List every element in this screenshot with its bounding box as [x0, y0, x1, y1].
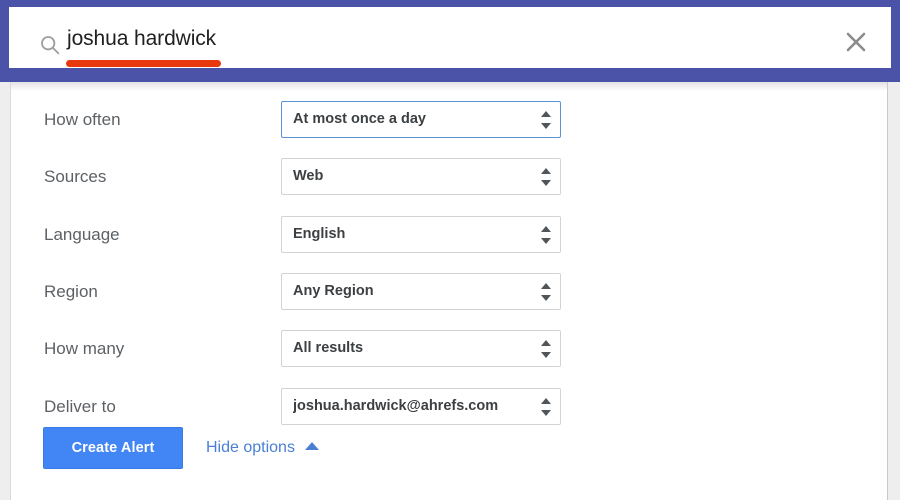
- search-header-highlight-frame: joshua hardwick: [0, 0, 900, 82]
- select-how-often-value: At most once a day: [293, 111, 426, 127]
- search-query-text[interactable]: joshua hardwick: [67, 22, 216, 56]
- select-region[interactable]: Any Region: [281, 273, 561, 310]
- select-how-often[interactable]: At most once a day: [281, 101, 561, 138]
- select-language-value: English: [293, 226, 346, 242]
- label-deliver-to: Deliver to: [44, 397, 116, 416]
- label-sources: Sources: [44, 167, 107, 186]
- form-row-how-many: How many All results: [11, 330, 887, 368]
- alert-options-card: How often At most once a day Sources Web: [10, 82, 888, 500]
- google-alerts-screen: joshua hardwick How often At most once a…: [0, 0, 900, 500]
- hide-options-label: Hide options: [206, 439, 295, 456]
- card-top-shadow: [11, 82, 887, 91]
- select-sources-value: Web: [293, 168, 324, 184]
- chevron-updown-icon: [541, 340, 551, 358]
- select-deliver-to-value: joshua.hardwick@ahrefs.com: [293, 398, 499, 414]
- page-body: How often At most once a day Sources Web: [0, 82, 900, 500]
- select-how-many[interactable]: All results: [281, 330, 561, 367]
- form-actions: Create Alert Hide options: [11, 427, 887, 473]
- close-icon[interactable]: [843, 29, 869, 55]
- select-language[interactable]: English: [281, 216, 561, 253]
- chevron-updown-icon: [541, 111, 551, 129]
- select-deliver-to[interactable]: joshua.hardwick@ahrefs.com: [281, 388, 561, 425]
- chevron-updown-icon: [541, 168, 551, 186]
- label-how-often: How often: [44, 110, 121, 129]
- form-row-sources: Sources Web: [11, 158, 887, 196]
- form-row-region: Region Any Region: [11, 273, 887, 311]
- select-region-value: Any Region: [293, 283, 374, 299]
- label-how-many: How many: [44, 339, 125, 358]
- label-language: Language: [44, 225, 120, 244]
- form-row-language: Language English: [11, 216, 887, 254]
- chevron-updown-icon: [541, 283, 551, 301]
- chevron-updown-icon: [541, 398, 551, 416]
- search-query-annotation-underline: [66, 60, 221, 67]
- form-row-deliver-to: Deliver to joshua.hardwick@ahrefs.com: [11, 388, 887, 426]
- hide-options-toggle[interactable]: Hide options: [206, 427, 319, 469]
- search-bar[interactable]: joshua hardwick: [9, 7, 891, 68]
- select-how-many-value: All results: [293, 340, 364, 356]
- label-region: Region: [44, 282, 98, 301]
- form-row-how-often: How often At most once a day: [11, 101, 887, 139]
- chevron-updown-icon: [541, 226, 551, 244]
- create-alert-button[interactable]: Create Alert: [43, 427, 183, 469]
- select-sources[interactable]: Web: [281, 158, 561, 195]
- chevron-up-icon: [304, 441, 319, 450]
- search-icon: [40, 35, 60, 55]
